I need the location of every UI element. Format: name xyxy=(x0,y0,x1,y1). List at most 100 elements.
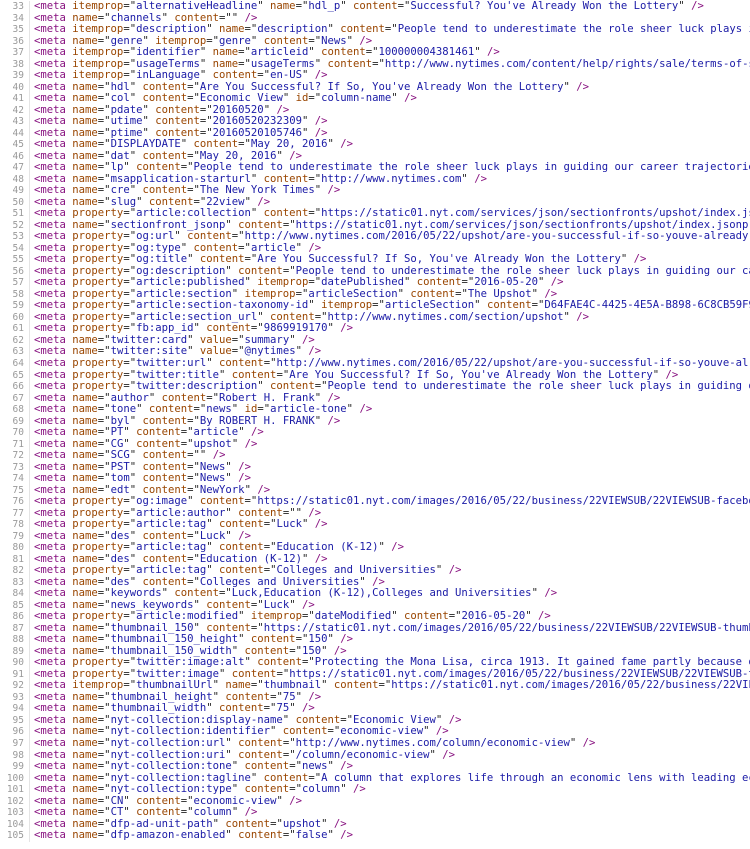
attr-quote: " xyxy=(295,242,302,254)
tag-open: <meta xyxy=(34,714,66,726)
source-code: <meta name="PST" content="News" /> xyxy=(34,462,251,474)
attr-name: content xyxy=(333,680,379,692)
source-code: <meta property="article:author" content=… xyxy=(34,508,321,520)
source-code: <meta itemprop="identifier" name="articl… xyxy=(34,47,500,59)
attr-value: identifier xyxy=(136,47,200,59)
source-line: 43 <meta name="utime" content="2016052023… xyxy=(0,116,750,128)
attr-quote: " xyxy=(378,542,385,554)
tag-open: <meta xyxy=(34,496,66,508)
attr-name: value xyxy=(199,334,232,346)
source-code: <meta name="col" content="Economic View"… xyxy=(34,93,417,105)
attr-quote: " xyxy=(129,553,137,565)
attr-name: content xyxy=(193,242,239,254)
attr-value: thumbnailUrl xyxy=(136,680,213,692)
source-code: <meta name="twitter:site" value="@nytime… xyxy=(34,346,321,358)
attr-quote: " xyxy=(289,703,296,715)
attr-quote: " xyxy=(327,634,334,646)
attr-name: itemprop xyxy=(72,47,124,59)
attr-quote: =" xyxy=(180,162,194,174)
attr-quote: =" xyxy=(187,93,200,105)
attr-quote: " xyxy=(327,24,334,36)
attr-quote: " xyxy=(327,139,334,151)
attr-quote: =" xyxy=(123,357,137,369)
tag-close: /> xyxy=(308,691,322,703)
attr-name: content xyxy=(136,162,181,174)
attr-value: Luck xyxy=(263,599,290,611)
attr-quote: " xyxy=(199,58,207,70)
tag-open: <meta xyxy=(34,254,66,266)
line-number: 42 xyxy=(0,104,30,117)
source-line: 65 <meta property="twitter:title" content… xyxy=(0,369,750,382)
source-line: 39 <meta itemprop="inLanguage" content="e… xyxy=(0,70,750,82)
tag-close: /> xyxy=(544,288,558,300)
attr-quote: =" xyxy=(308,772,322,784)
attr-quote: " xyxy=(231,784,239,796)
attr-quote: =" xyxy=(187,530,200,542)
tag-close: /> xyxy=(691,1,704,12)
attr-quote: " xyxy=(244,196,251,208)
attr-name: name xyxy=(72,703,98,715)
attr-quote: " xyxy=(244,657,251,669)
tag-close: /> xyxy=(276,104,290,116)
attr-name: content xyxy=(161,392,207,404)
attr-quote: =" xyxy=(97,392,111,404)
attr-name: name xyxy=(72,93,98,105)
attr-name: name xyxy=(72,162,98,174)
tag-close: /> xyxy=(238,461,251,473)
attr-name: name xyxy=(219,24,245,36)
attr-quote: =" xyxy=(314,381,328,393)
attr-name: content xyxy=(225,691,271,703)
attr-quote: " xyxy=(129,473,137,485)
tag-close: /> xyxy=(212,450,226,462)
attr-name: content xyxy=(142,461,188,473)
source-code: <meta property="og:type" content="articl… xyxy=(34,243,321,255)
attr-quote: " xyxy=(301,519,309,531)
tag-open: <meta xyxy=(34,530,66,542)
attr-quote: " xyxy=(301,70,309,82)
source-code: <meta property="article:collection" cont… xyxy=(34,208,750,220)
line-number: 81 xyxy=(0,553,30,566)
attr-value: http://www.nytimes.com/2016/05/22/upshot… xyxy=(276,357,750,369)
source-line: 82 <meta property="article:tag" content="… xyxy=(0,565,750,577)
source-code: <meta name="nyt-collection:identifier" c… xyxy=(34,726,449,738)
attr-name: name xyxy=(72,738,98,749)
tag-open: <meta xyxy=(34,265,66,277)
source-code: <meta name="thumbnail_150_width" content… xyxy=(34,646,347,658)
attr-value: alternativeHeadline xyxy=(136,1,258,12)
tag-close: /> xyxy=(340,761,354,773)
line-number: 82 xyxy=(0,565,30,577)
attr-quote: =" xyxy=(187,576,200,588)
attr-quote: =" xyxy=(238,242,251,254)
source-line: 55 <meta property="og:title" content="Are… xyxy=(0,254,750,266)
attr-quote: " xyxy=(231,438,239,450)
tag-open: <meta xyxy=(34,208,66,220)
attr-name: content xyxy=(142,530,188,542)
attr-quote: =" xyxy=(97,35,111,47)
attr-value: news xyxy=(206,404,232,416)
tag-close: /> xyxy=(327,415,341,427)
attr-quote: " xyxy=(193,622,200,634)
attr-quote: " xyxy=(136,404,143,416)
tag-close: /> xyxy=(257,196,271,208)
attr-quote: " xyxy=(270,726,277,738)
tag-open: <meta xyxy=(34,231,66,243)
line-number: 69 xyxy=(0,415,30,428)
attr-quote: =" xyxy=(123,657,137,669)
attr-quote: =" xyxy=(301,611,315,623)
attr-value: dfp-ad-unit-path xyxy=(110,818,213,830)
attr-name: itemprop xyxy=(244,288,296,300)
source-code: <meta itemprop="inLanguage" content="en-… xyxy=(34,70,328,82)
attr-value: author xyxy=(110,392,149,404)
attr-quote: " xyxy=(391,611,398,623)
tag-open: <meta xyxy=(34,611,66,623)
source-line: 62 <meta name="twitter:card" value="summa… xyxy=(0,334,750,347)
attr-value: des xyxy=(110,576,130,588)
attr-value: 22view xyxy=(206,196,245,208)
attr-value: datePublished xyxy=(321,277,405,289)
attr-quote: =" xyxy=(378,680,392,692)
attr-quote: =" xyxy=(97,438,111,450)
line-number: 46 xyxy=(0,150,30,163)
attr-name: name xyxy=(72,415,98,427)
line-number: 86 xyxy=(0,611,30,623)
attr-quote: " xyxy=(620,254,628,266)
